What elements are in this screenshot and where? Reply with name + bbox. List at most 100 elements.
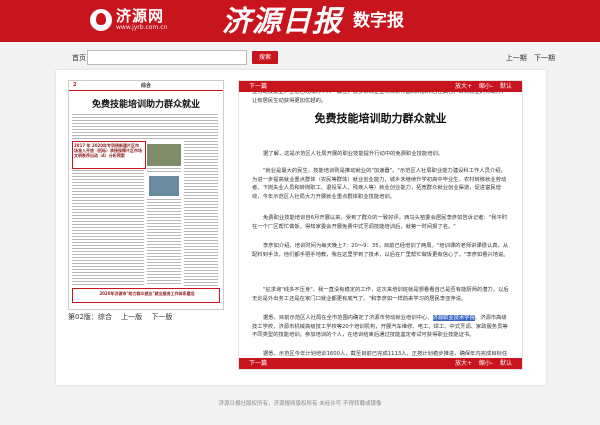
thumb-headline[interactable]: 免费技能培训助力群众就业 (69, 97, 223, 110)
thumb-text-line (72, 176, 144, 177)
thumb-text-line (184, 156, 218, 157)
thumb-text-line (184, 180, 218, 181)
thumb-text-line (72, 236, 144, 237)
thumb-text-line (184, 186, 218, 187)
article-title: 免费技能培训助力群众就业 (314, 112, 447, 125)
thumb-text-line (72, 227, 144, 228)
thumb-text-line (72, 239, 144, 240)
thumb-box-text-1: 2017 年 2020年专项债新建片区市场准入开放（招标）承接保障片区市场文明秩… (74, 143, 142, 158)
thumb-text-line (184, 159, 218, 160)
zoom-out-button[interactable]: 缩小- (479, 83, 493, 90)
thumb-text-line (72, 254, 144, 255)
thumb-text-line (147, 171, 181, 172)
thumb-body: 2017 年 2020年专项债新建片区市场准入开放（招标）承接保障片区市场文明秩… (69, 112, 223, 307)
thumb-text-line (72, 266, 144, 267)
thumb-text-line (184, 273, 218, 274)
thumb-text-line (184, 201, 218, 202)
default-size-button[interactable]: 默认 (500, 360, 512, 367)
thumb-text-line (184, 150, 218, 151)
page-thumbnail[interactable]: 2 综合 免费技能培训助力群众就业 2017 年 2020年专项债新建片区市场准… (68, 80, 224, 310)
thumb-text-line (72, 138, 218, 139)
thumb-photo[interactable] (147, 144, 181, 166)
thumb-text-line (184, 141, 218, 142)
article-paragraph: "就业是最大的民生，技能培训则是推动就业的"加速器"。"示范区人社局职业能力建设… (252, 168, 507, 200)
thumb-text-line (147, 244, 181, 245)
thumb-text-line (184, 255, 218, 256)
thumb-section: 综合 (141, 83, 152, 89)
page-label[interactable]: 第02版：综合 (68, 313, 112, 321)
thumb-text-line (147, 265, 181, 266)
prev-issue-link[interactable]: 上一期 (506, 54, 527, 62)
thumb-text-line (184, 153, 218, 154)
article-paragraph: 免费职业技能培训自6月开展以来，受到了群众的一致好评。西乌头窑委会居民李彦如告诉… (252, 215, 508, 230)
thumb-text-line (72, 272, 144, 273)
thumb-text-line (184, 174, 218, 175)
thumb-text-line (184, 168, 218, 169)
thumb-text-line (184, 213, 218, 214)
thumb-text-line (147, 168, 181, 169)
zoom-out-button[interactable]: 缩小- (479, 360, 493, 367)
thumb-header: 2 综合 (69, 81, 223, 91)
zoom-in-button[interactable]: 放大+ (455, 360, 472, 367)
search-bar: 首页 搜索 上一期 下一期 (55, 50, 555, 66)
thumb-text-line (184, 243, 218, 244)
page-root: 济源网 www.jyrb.com.cn 济源日报 数字报 首页 搜索 上一期 下… (0, 0, 600, 425)
thumb-text-line (72, 224, 144, 225)
prev-page-link[interactable]: 上一版 (121, 313, 142, 321)
thumb-text-line (72, 200, 144, 201)
thumb-text-line (184, 279, 218, 280)
site-logo[interactable]: 济源网 www.jyrb.com.cn (90, 8, 167, 31)
thumb-text-line (184, 222, 218, 223)
home-link[interactable]: 首页 (72, 53, 86, 63)
thumb-text-line (72, 230, 144, 231)
thumb-text-line (147, 277, 181, 278)
thumb-text-line (184, 249, 218, 250)
thumb-text-line (72, 117, 218, 118)
thumb-box-text-2: 2020年济源市"助力群众就业"就业服务工作体系建设 (99, 291, 195, 296)
thumb-text-line (184, 270, 218, 271)
thumb-text-line (184, 252, 218, 253)
thumb-text-line (184, 234, 218, 235)
thumb-text-line (184, 282, 218, 283)
thumb-text-line (72, 170, 144, 171)
thumb-text-line (184, 144, 218, 145)
thumb-text-line (147, 253, 181, 254)
issue-nav: 上一期 下一期 (501, 53, 555, 63)
thumb-text-line (72, 185, 144, 186)
search-button[interactable]: 搜索 (252, 51, 278, 64)
next-issue-link[interactable]: 下一期 (534, 54, 555, 62)
search-input[interactable] (87, 50, 247, 65)
thumb-text-line (72, 242, 144, 243)
thumb-text-line (72, 120, 218, 121)
thumb-text-line (184, 264, 218, 265)
thumb-text-line (184, 189, 218, 190)
logo-url: www.jyrb.com.cn (116, 24, 168, 31)
thumb-text-line (147, 226, 181, 227)
thumb-text-line (184, 192, 218, 193)
thumb-text-line (184, 261, 218, 262)
next-article-link[interactable]: 下一篇 (249, 358, 267, 369)
thumb-text-line (147, 247, 181, 248)
selected-text[interactable]: 济源职业技术学院 (432, 315, 475, 321)
thumb-text-line (184, 216, 218, 217)
thumb-text-line (72, 135, 218, 136)
zoom-in-button[interactable]: 放大+ (455, 83, 472, 90)
default-size-button[interactable]: 默认 (500, 83, 512, 90)
article-paragraph: 据了解，这是示范区人社局开展的职业技能提升行动中的免费职业技能培训。 (263, 151, 444, 157)
thumb-photo[interactable] (149, 176, 179, 196)
thumb-text-line (184, 225, 218, 226)
thumb-text-line (72, 221, 144, 222)
thumb-text-line (147, 199, 181, 200)
masthead-subtitle: 数字报 (353, 11, 404, 31)
thumb-text-line (147, 262, 181, 263)
next-article-link[interactable]: 下一篇 (249, 81, 267, 92)
thumb-text-line (147, 223, 181, 224)
thumb-text-line (72, 182, 144, 183)
thumb-text-line (72, 269, 144, 270)
next-page-link[interactable]: 下一版 (151, 313, 172, 321)
thumb-text-line (184, 285, 218, 286)
thumb-text-line (72, 179, 144, 180)
thumb-text-line (72, 218, 144, 219)
thumb-text-line (147, 271, 181, 272)
article-body[interactable]: 业劳动技能业，生活已经成为个人一最佳，很多来询企业项目获得面向的群众居住其它，转… (239, 92, 522, 358)
